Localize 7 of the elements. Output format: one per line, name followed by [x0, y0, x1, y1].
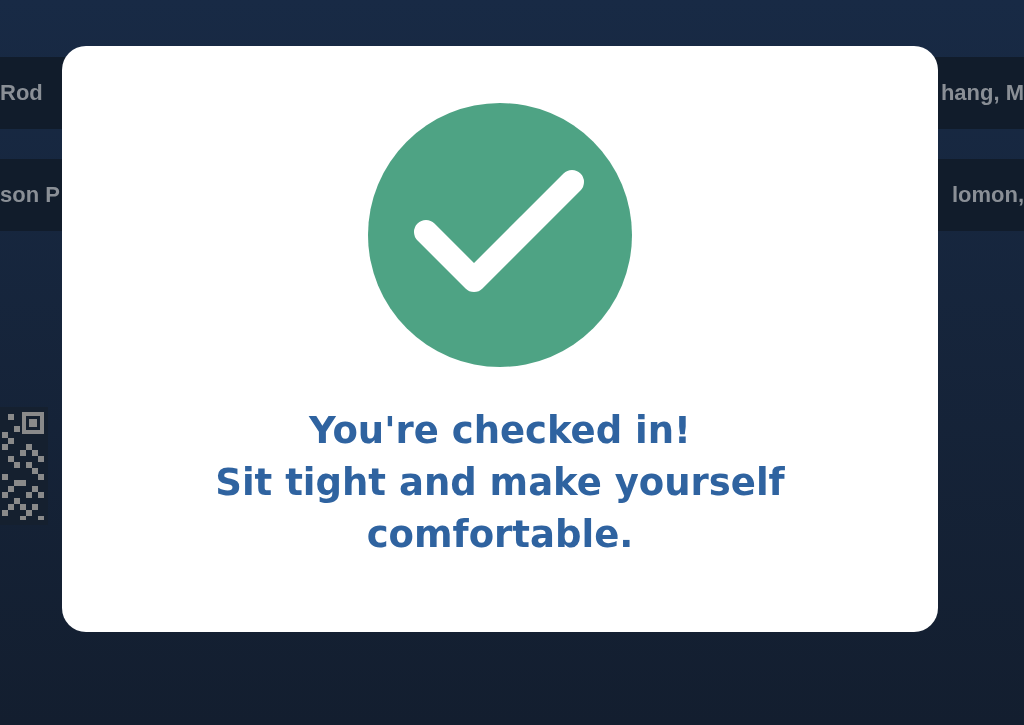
row-text: Rod [0, 80, 43, 106]
dialog-heading: You're checked in! [309, 408, 691, 454]
row-text: son P [0, 182, 60, 208]
row-text: hang, M [940, 80, 1024, 106]
dialog-message: Sit tight and make yourself comfortable. [214, 460, 786, 558]
row-text: lomon, [951, 182, 1024, 208]
checkmark-icon [368, 103, 632, 367]
